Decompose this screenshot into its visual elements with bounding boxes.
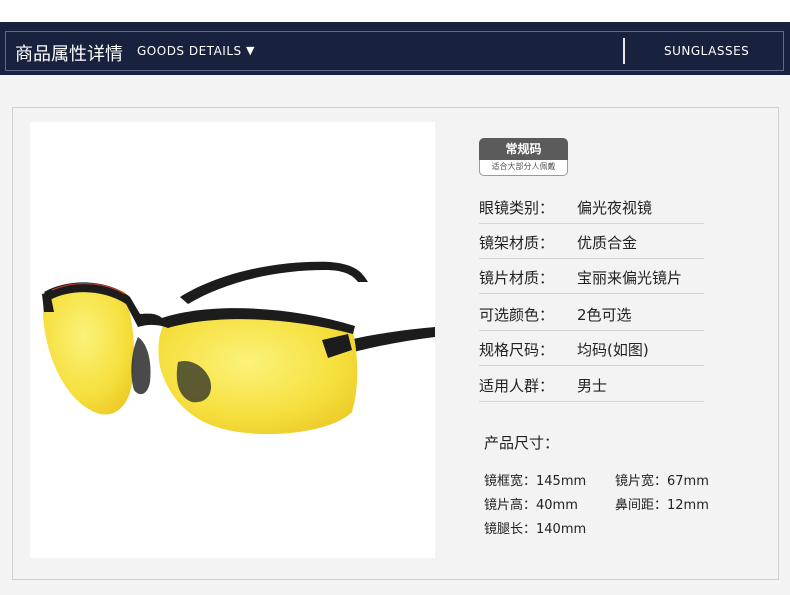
attr-value: 2色可选 [577,306,632,324]
attr-value: 均码(如图) [577,341,649,359]
attr-value: 宝丽来偏光镜片 [577,269,683,287]
header-frame: 商品属性详情 GOODS DETAILS ▼ SUNGLASSES [5,31,784,71]
size-section-title: 产品尺寸： [484,434,560,452]
attr-row-lens-material: 镜片材质： 宝丽来偏光镜片 [479,259,704,294]
size-temple-length: 镜腿长：140mm [484,522,587,537]
attr-row-colors: 可选颜色： 2色可选 [479,296,704,331]
attr-label: 适用人群： [479,377,555,395]
triangle-down-icon: ▼ [246,44,255,57]
attr-row-size: 规格尺码： 均码(如图) [479,331,704,366]
size-badge: 常规码 适合大部分人佩戴 [479,138,568,176]
attr-row-audience: 适用人群： 男士 [479,367,704,402]
size-frame-width: 镜框宽：145mm [484,474,587,489]
attr-label: 规格尺码： [479,341,555,359]
size-bridge: 鼻间距：12mm [615,498,709,513]
badge-subtitle: 适合大部分人佩戴 [479,160,568,176]
top-strip [0,0,790,22]
attr-row-frame-material: 镜架材质： 优质合金 [479,224,704,259]
header-divider [623,38,625,64]
size-lens-width: 镜片宽：67mm [615,474,709,489]
product-photo [30,122,435,558]
attr-label: 眼镜类别： [479,199,555,217]
attr-label: 可选颜色： [479,306,555,324]
attr-label: 镜片材质： [479,269,555,287]
attr-value: 偏光夜视镜 [577,199,653,217]
size-lens-height: 镜片高：40mm [484,498,578,513]
header-category: SUNGLASSES [664,44,750,58]
sunglasses-image [42,261,435,435]
attr-value: 优质合金 [577,234,638,252]
header-title-cn: 商品属性详情 [15,44,123,65]
header-title-en: GOODS DETAILS [137,44,242,58]
section-header: 商品属性详情 GOODS DETAILS ▼ SUNGLASSES [0,22,790,75]
attr-row-category: 眼镜类别： 偏光夜视镜 [479,189,704,224]
badge-title: 常规码 [479,138,568,160]
attr-label: 镜架材质： [479,234,555,252]
attr-value: 男士 [577,377,608,395]
